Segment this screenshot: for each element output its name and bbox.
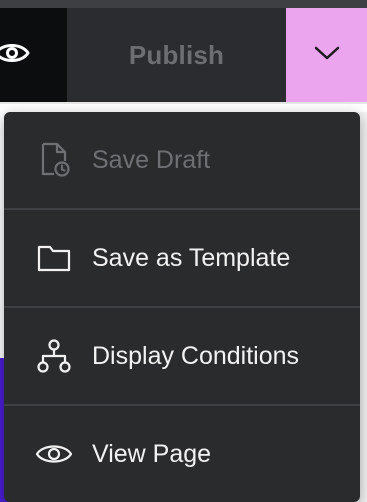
menu-item-view-page[interactable]: View Page bbox=[4, 406, 360, 502]
publish-toolbar: Publish bbox=[0, 8, 367, 102]
publish-options-button[interactable] bbox=[286, 8, 367, 102]
publish-options-menu: Save Draft Save as Template Display Cond… bbox=[4, 112, 360, 502]
top-strip bbox=[0, 0, 367, 8]
publish-button[interactable]: Publish bbox=[67, 8, 286, 102]
menu-item-label: Display Conditions bbox=[92, 341, 300, 370]
menu-item-save-as-template[interactable]: Save as Template bbox=[4, 210, 360, 306]
folder-icon bbox=[34, 238, 74, 278]
menu-item-save-draft[interactable]: Save Draft bbox=[4, 112, 360, 208]
preview-button[interactable] bbox=[0, 8, 67, 102]
canvas-divider bbox=[0, 102, 367, 104]
document-clock-icon bbox=[34, 140, 74, 180]
eye-icon bbox=[0, 35, 30, 76]
menu-item-display-conditions[interactable]: Display Conditions bbox=[4, 308, 360, 404]
hierarchy-icon bbox=[34, 336, 74, 376]
editor-screen: Publish Save Draft Save as Template Disp… bbox=[0, 0, 367, 502]
eye-icon bbox=[34, 434, 74, 474]
menu-item-label: View Page bbox=[92, 439, 212, 468]
chevron-down-icon bbox=[313, 45, 341, 66]
menu-item-label: Save Draft bbox=[92, 145, 211, 174]
menu-item-label: Save as Template bbox=[92, 243, 291, 272]
